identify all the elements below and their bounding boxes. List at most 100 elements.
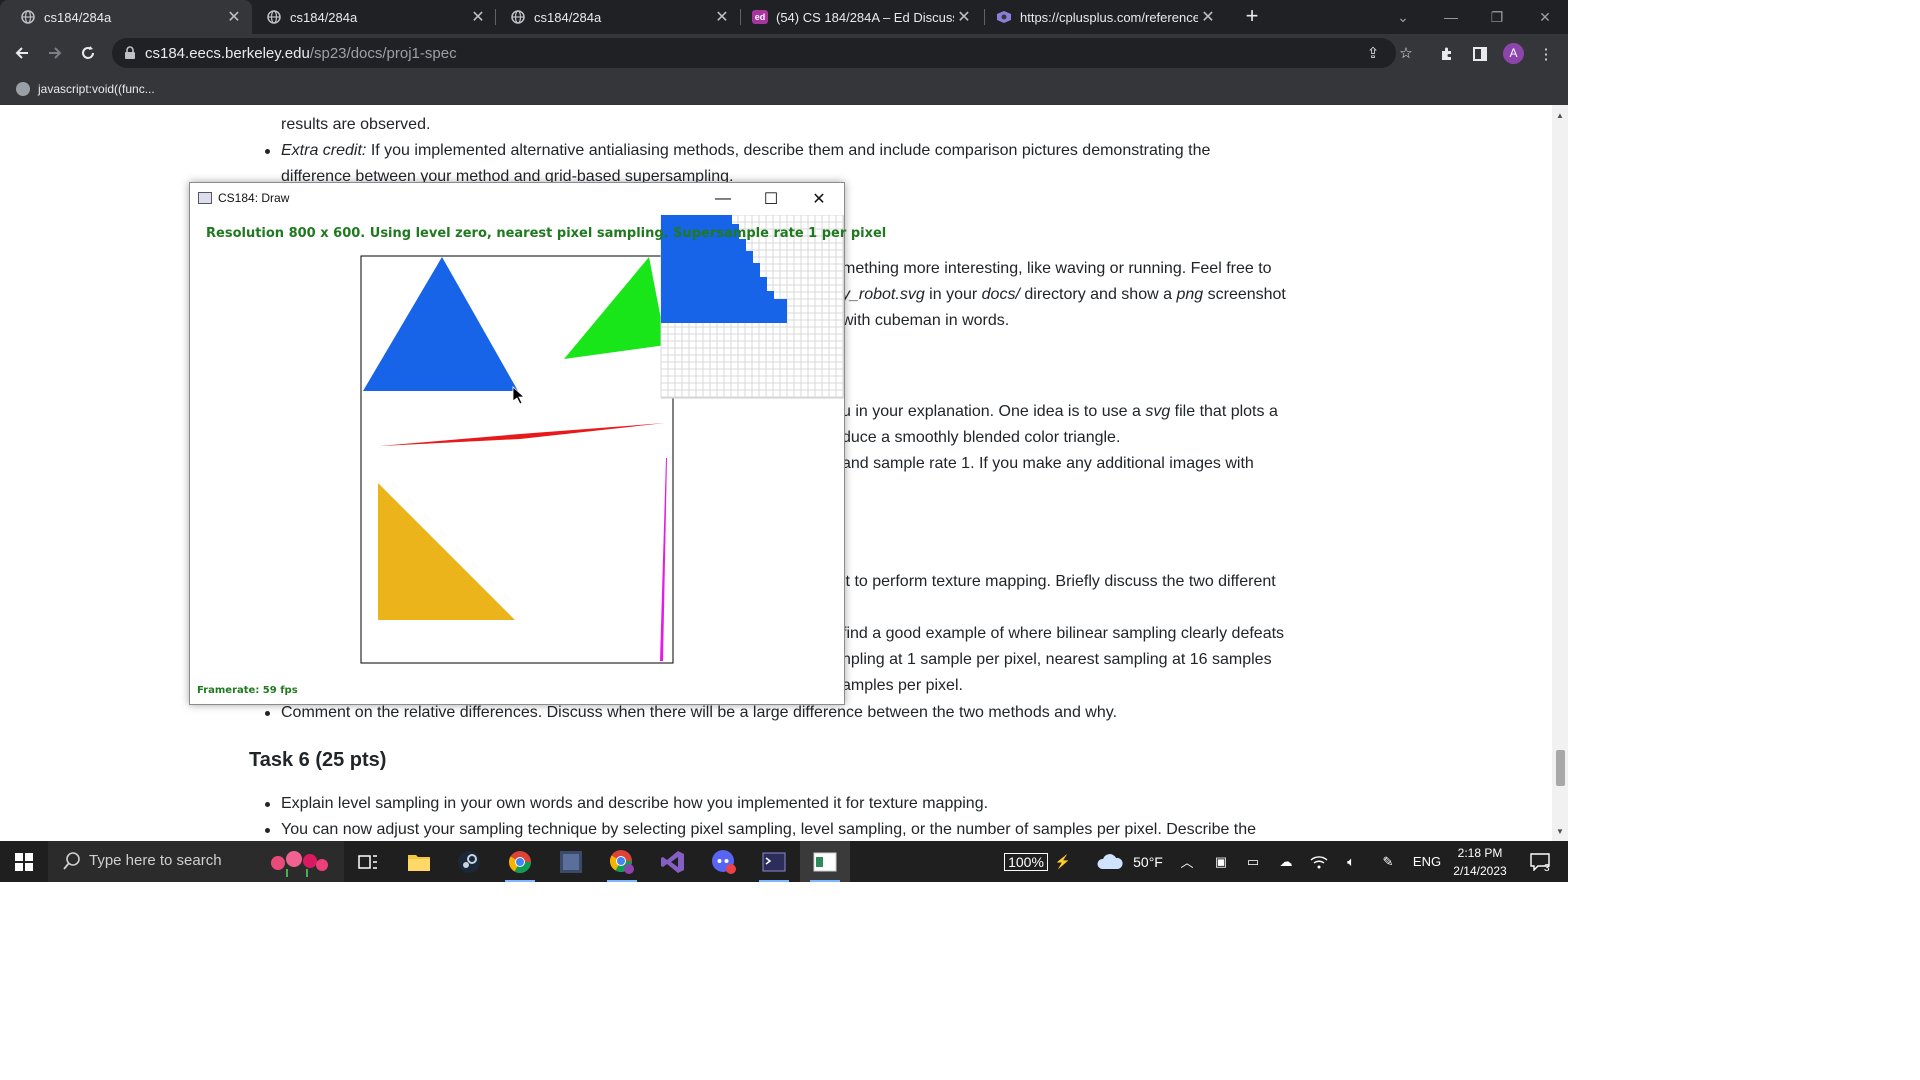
tab-title: (54) CS 184/284A – Ed Discussion bbox=[776, 9, 954, 25]
share-icon[interactable]: ⇪ bbox=[1364, 45, 1382, 63]
cloud-icon bbox=[1094, 841, 1126, 882]
reload-icon[interactable] bbox=[75, 40, 101, 66]
scrollbar-thumb[interactable] bbox=[1556, 750, 1565, 786]
text-line: npling at 1 sample per pixel, nearest sa… bbox=[842, 651, 1272, 668]
cplusplus-icon bbox=[996, 9, 1012, 25]
notification-icon[interactable]: 3 bbox=[1520, 841, 1560, 882]
scroll-down-icon[interactable]: ▼ bbox=[1556, 827, 1564, 836]
volume-icon[interactable]: 🔈︎ bbox=[1340, 841, 1362, 882]
back-icon[interactable] bbox=[9, 40, 35, 66]
text-line: You can now adjust your sampling techniq… bbox=[281, 821, 1257, 838]
browser-toolbar: cs184.eecs.berkeley.edu/sp23/docs/proj1-… bbox=[0, 34, 1568, 72]
bookmark-item[interactable]: javascript:void((func... bbox=[16, 79, 155, 99]
text-line: amples per pixel. bbox=[842, 677, 963, 694]
extra-credit-line: Extra credit: If you implemented alterna… bbox=[281, 142, 1211, 159]
tab-search-icon[interactable]: ⌄ bbox=[1380, 0, 1426, 34]
steam-icon[interactable] bbox=[444, 841, 494, 882]
zoom-inset bbox=[660, 214, 845, 399]
app-thumbnail-icon[interactable] bbox=[546, 841, 596, 882]
tab-4[interactable]: ed (54) CS 184/284A – Ed Discussion ✕ bbox=[732, 0, 982, 34]
window-title: CS184: Draw bbox=[218, 191, 290, 205]
text-line: Comment on the relative differences. Dis… bbox=[281, 704, 1118, 721]
bookmarks-bar: javascript:void((func... bbox=[0, 72, 1568, 105]
running-indicator bbox=[607, 880, 637, 882]
terminal-icon[interactable] bbox=[749, 841, 799, 882]
visual-studio-icon[interactable] bbox=[648, 841, 698, 882]
start-icon[interactable] bbox=[0, 841, 48, 882]
battery-icon[interactable]: ▭ bbox=[1242, 841, 1264, 882]
chrome-icon[interactable] bbox=[495, 841, 545, 882]
plug-icon: ⚡ bbox=[1054, 853, 1072, 869]
page-scrollbar[interactable]: ▲ ▼ bbox=[1552, 105, 1568, 841]
maximize-icon[interactable]: ☐ bbox=[748, 183, 794, 215]
temperature-text[interactable]: 50°F bbox=[1128, 841, 1168, 882]
url-text: cs184.eecs.berkeley.edu/sp23/docs/proj1-… bbox=[145, 45, 457, 62]
draw-window-titlebar[interactable]: CS184: Draw — ☐ ✕ bbox=[190, 183, 844, 215]
side-panel-icon[interactable] bbox=[1470, 44, 1490, 64]
globe-icon bbox=[20, 9, 36, 25]
close-icon[interactable]: ✕ bbox=[224, 7, 244, 27]
running-indicator bbox=[759, 880, 789, 882]
text-line: it to perform texture mapping. Briefly d… bbox=[842, 573, 1276, 590]
close-icon[interactable]: ✕ bbox=[796, 183, 842, 215]
minimize-icon[interactable]: — bbox=[1428, 0, 1474, 34]
tab-5[interactable]: https://cplusplus.com/reference/ ✕ bbox=[976, 0, 1226, 34]
close-icon[interactable]: ✕ bbox=[712, 7, 732, 27]
profile-avatar[interactable]: A bbox=[1503, 43, 1524, 64]
canvas-svg bbox=[360, 214, 845, 664]
onedrive-icon[interactable]: ☁ bbox=[1274, 841, 1298, 882]
text-line: y_robot.svg in your docs/ directory and … bbox=[842, 286, 1286, 303]
language-indicator[interactable]: ENG bbox=[1410, 841, 1444, 882]
restore-icon[interactable]: ❐ bbox=[1474, 0, 1520, 34]
bullet bbox=[265, 711, 270, 716]
task-view-icon[interactable] bbox=[343, 841, 393, 882]
star-icon[interactable]: ☆ bbox=[1397, 45, 1415, 63]
wifi-icon[interactable] bbox=[1308, 841, 1330, 882]
tab-title: cs184/284a bbox=[290, 9, 358, 25]
draw-canvas[interactable]: Resolution 800 x 600. Using level zero, … bbox=[190, 214, 886, 704]
taskbar-search[interactable]: Type here to search bbox=[48, 841, 344, 882]
tab-2[interactable]: cs184/284a ✕ bbox=[246, 0, 496, 34]
ed-icon: ed bbox=[752, 10, 768, 24]
new-tab-button[interactable]: + bbox=[1240, 4, 1264, 30]
tab-3[interactable]: cs184/284a ✕ bbox=[490, 0, 740, 34]
tab-strip: cs184/284a ✕ cs184/284a ✕ cs184/284a ✕ e… bbox=[0, 0, 1568, 34]
close-icon[interactable]: ✕ bbox=[468, 7, 488, 27]
draw-window[interactable]: CS184: Draw — ☐ ✕ Resolution 800 x 600. … bbox=[189, 182, 886, 705]
lock-icon bbox=[124, 46, 136, 65]
scroll-up-icon[interactable]: ▲ bbox=[1556, 111, 1564, 120]
close-window-icon[interactable]: ✕ bbox=[1522, 0, 1568, 34]
chevron-up-icon[interactable]: ︿ bbox=[1176, 841, 1198, 882]
text-line: find a good example of where bilinear sa… bbox=[842, 625, 1285, 642]
framerate-text: Framerate: 59 fps bbox=[197, 685, 298, 696]
minimize-icon[interactable]: — bbox=[700, 183, 746, 215]
tab-title: cs184/284a bbox=[44, 9, 112, 25]
pen-icon[interactable]: ✎ bbox=[1376, 841, 1400, 882]
tab-title: https://cplusplus.com/reference/ bbox=[1020, 9, 1198, 25]
tab-1[interactable]: cs184/284a ✕ bbox=[0, 0, 252, 34]
tulips-icon bbox=[266, 847, 332, 881]
text-line: and sample rate 1. If you make any addit… bbox=[842, 455, 1254, 472]
clock[interactable]: 2:18 PM 2/14/2023 bbox=[1446, 841, 1514, 882]
address-bar[interactable]: cs184.eecs.berkeley.edu/sp23/docs/proj1-… bbox=[112, 38, 1413, 68]
close-icon[interactable]: ✕ bbox=[954, 7, 974, 27]
file-explorer-icon[interactable] bbox=[394, 841, 444, 882]
bullet bbox=[265, 149, 270, 154]
hud-status-text: Resolution 800 x 600. Using level zero, … bbox=[206, 226, 887, 241]
forward-icon[interactable] bbox=[42, 40, 68, 66]
text-line: mething more interesting, like waving or… bbox=[842, 260, 1272, 277]
text-line: with cubeman in words. bbox=[842, 312, 1010, 329]
battery-indicator[interactable]: 100% bbox=[1000, 841, 1052, 882]
bullet bbox=[265, 828, 270, 833]
cs184-draw-taskbar-icon[interactable] bbox=[800, 841, 850, 882]
menu-icon[interactable]: ⋮ bbox=[1536, 44, 1556, 64]
globe-icon bbox=[16, 82, 30, 96]
meet-now-icon[interactable]: ▣ bbox=[1210, 841, 1232, 882]
extensions-icon[interactable] bbox=[1437, 44, 1457, 64]
text-line: Explain level sampling in your own words… bbox=[281, 795, 989, 812]
discord-icon[interactable] bbox=[699, 841, 749, 882]
search-placeholder: Type here to search bbox=[89, 852, 222, 869]
close-icon[interactable]: ✕ bbox=[1198, 7, 1218, 27]
chrome-profile-icon[interactable] bbox=[597, 841, 647, 882]
globe-icon bbox=[510, 9, 526, 25]
